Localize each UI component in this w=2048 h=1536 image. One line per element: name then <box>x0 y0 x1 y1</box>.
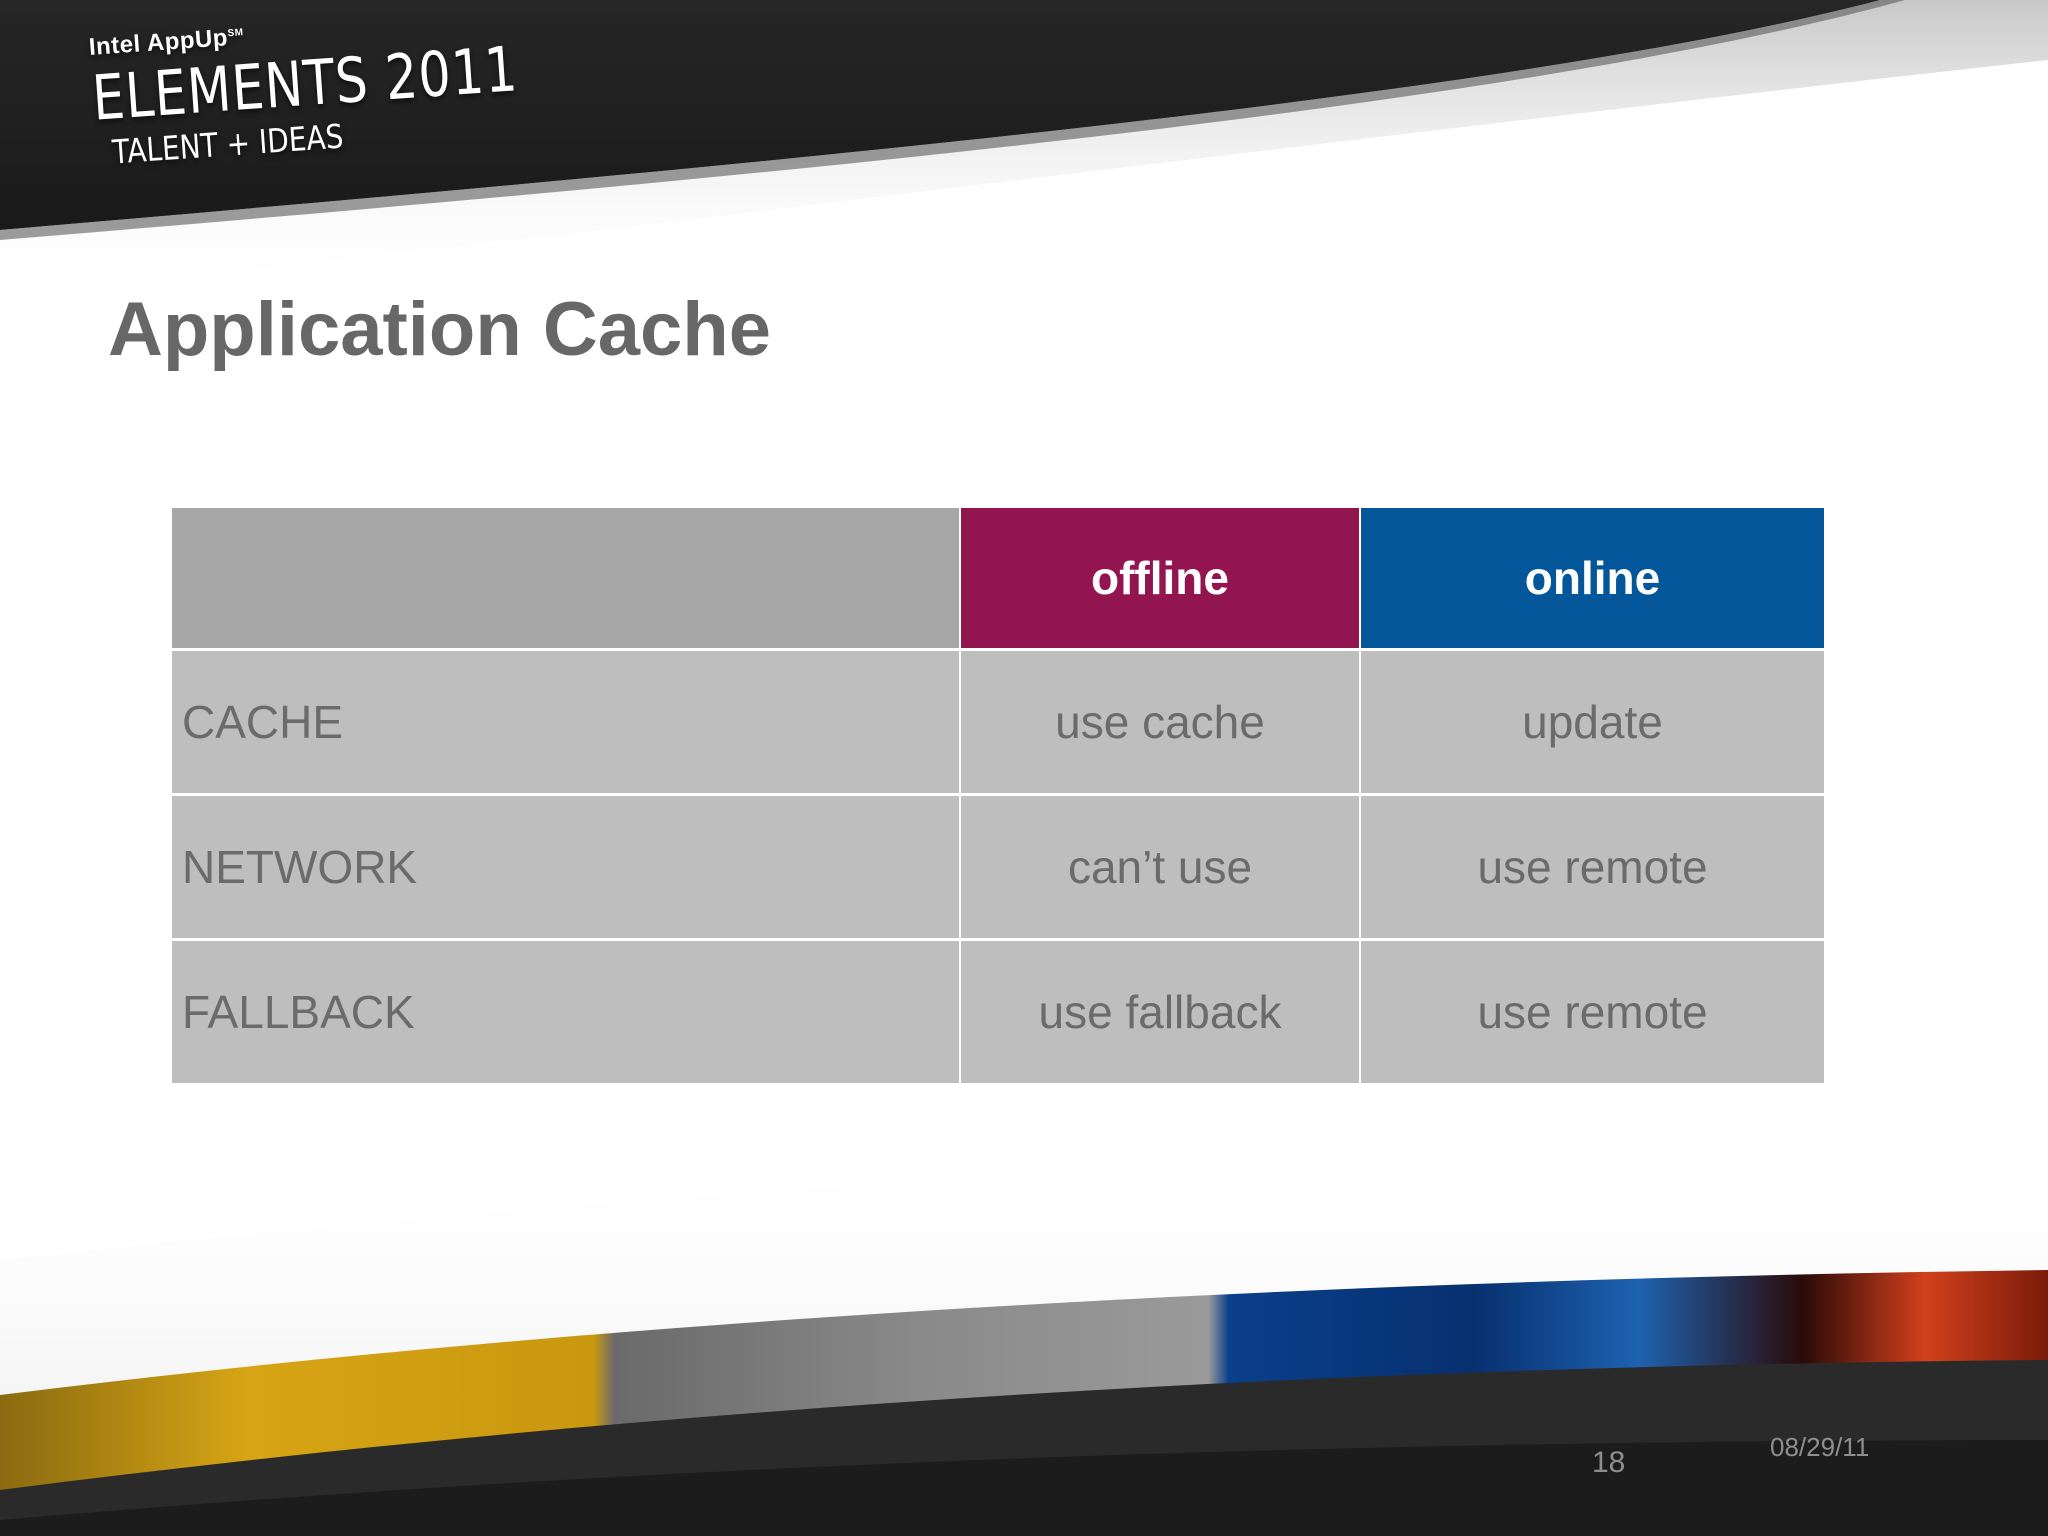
row-label-fallback: FALLBACK <box>172 941 959 1083</box>
cache-behavior-table: offline online CACHE use cache update NE… <box>172 508 1824 1083</box>
slide: Intel AppUpSM ELEMENTS 2011 TALENT + IDE… <box>0 0 2048 1536</box>
cell-fallback-online: use remote <box>1361 941 1824 1083</box>
cell-fallback-offline: use fallback <box>961 941 1359 1083</box>
cell-cache-offline: use cache <box>961 651 1359 793</box>
cell-cache-online: update <box>1361 651 1824 793</box>
cell-network-offline: can’t use <box>961 796 1359 938</box>
row-label-network: NETWORK <box>172 796 959 938</box>
table-header-online: online <box>1361 508 1824 648</box>
slide-date: 08/29/11 <box>1770 1432 1870 1462</box>
row-label-cache: CACHE <box>172 651 959 793</box>
slide-number: 18 <box>1592 1446 1626 1479</box>
table-header-offline: offline <box>961 508 1359 648</box>
cell-network-online: use remote <box>1361 796 1824 938</box>
table-header-corner <box>172 508 959 648</box>
page-title: Application Cache <box>108 287 771 372</box>
